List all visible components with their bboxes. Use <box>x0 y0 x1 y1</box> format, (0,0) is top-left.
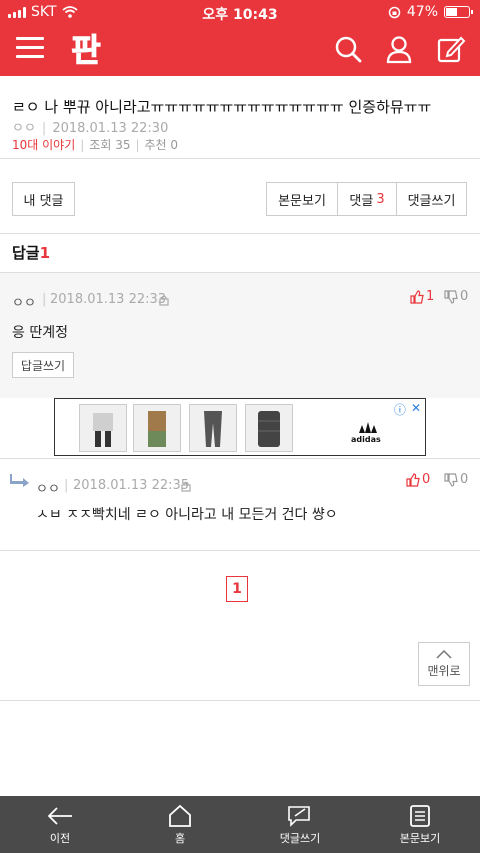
comments-count: 3 <box>376 191 385 207</box>
post-meta: ㅇㅇ | 2018.01.13 22:30 <box>12 121 169 136</box>
nav-write-comment[interactable]: 댓글쓰기 <box>240 796 360 853</box>
back-arrow-icon <box>47 807 72 825</box>
comment-upvote[interactable]: 1 <box>410 289 434 304</box>
comment-text: 응 딴계정 <box>12 325 68 341</box>
logo[interactable]: 판 <box>68 29 104 70</box>
comment-date: 2018.01.13 22:33 <box>50 292 167 307</box>
thumbs-down-icon <box>444 472 458 487</box>
ad-info-icon[interactable]: ⓘ <box>394 401 406 418</box>
nav-view-post[interactable]: 본문보기 <box>360 796 480 853</box>
post-title: ㄹㅇ 나 뿌뀨 아니라고ㅠㅠㅠㅠㅠㅠㅠㅠㅠㅠㅠㅠㅠㅠ 인증하뮤ㅠㅠ <box>12 98 432 116</box>
nav-home[interactable]: 홈 <box>120 796 240 853</box>
ad-close-icon[interactable]: ✕ <box>411 401 421 418</box>
post-stats: 10대 이야기 | 조회 35 | 추천 0 <box>12 138 179 152</box>
thumbs-up-icon <box>406 472 420 487</box>
battery-percent: 47% <box>406 4 438 20</box>
write-comment-button[interactable]: 댓글쓰기 <box>396 182 467 216</box>
comments-tab-button[interactable]: 댓글 3 <box>337 182 397 216</box>
document-icon <box>410 805 430 827</box>
reply-arrow-icon <box>10 474 29 487</box>
reply-date: 2018.01.13 22:35 <box>73 478 190 493</box>
orientation-lock-icon <box>388 6 401 18</box>
reply-upvote[interactable]: 0 <box>406 472 430 487</box>
svg-text:판: 판 <box>71 31 100 69</box>
comment-downvote[interactable]: 0 <box>444 289 468 304</box>
ad-product-image[interactable] <box>133 404 181 452</box>
ad-banner[interactable]: adidas ⓘ ✕ <box>54 398 426 456</box>
comment-author: ㅇㅇ <box>12 296 36 311</box>
user-icon[interactable] <box>384 34 414 64</box>
battery-icon <box>444 6 473 18</box>
page-1-button[interactable]: 1 <box>226 576 248 602</box>
post-category[interactable]: 10대 이야기 <box>12 138 75 152</box>
search-icon[interactable] <box>333 34 363 64</box>
home-icon <box>169 804 191 827</box>
ad-brand: adidas <box>351 435 381 444</box>
my-comments-button[interactable]: 내 댓글 <box>12 182 75 216</box>
thumbs-down-icon <box>444 289 458 304</box>
replies-heading: 답글1 <box>12 244 51 262</box>
chevron-up-icon <box>436 649 452 659</box>
view-post-button[interactable]: 본문보기 <box>266 182 338 216</box>
ad-product-image[interactable] <box>189 404 237 452</box>
reply-author: ㅇㅇ <box>36 482 60 497</box>
scroll-to-top-button[interactable]: 맨위로 <box>418 642 470 686</box>
post-recommends: 추천 0 <box>144 138 179 152</box>
post-views: 조회 35 <box>89 138 131 152</box>
reply-write-button[interactable]: 답글쓰기 <box>12 352 74 378</box>
ad-product-image[interactable] <box>245 404 293 452</box>
post-date: 2018.01.13 22:30 <box>52 121 169 136</box>
post-author: ㅇㅇ <box>12 121 36 136</box>
lock-icon[interactable] <box>158 294 170 306</box>
comment-write-icon <box>288 806 310 827</box>
reply-downvote[interactable]: 0 <box>444 472 468 487</box>
replies-count: 1 <box>39 244 51 262</box>
write-icon[interactable] <box>436 34 466 64</box>
comment-item <box>0 272 480 398</box>
menu-icon[interactable] <box>16 37 44 61</box>
app-header: 판 <box>0 24 480 76</box>
lock-icon[interactable] <box>180 480 192 492</box>
status-bar: SKT 오후 10:43 47% <box>0 0 480 24</box>
thumbs-up-icon <box>410 289 424 304</box>
nav-back[interactable]: 이전 <box>0 796 120 853</box>
bottom-nav: 이전 홈 댓글쓰기 본문보기 <box>0 796 480 853</box>
ad-product-image[interactable] <box>79 404 127 452</box>
reply-text: ㅅㅂ ㅈㅈ빡치네 ㄹㅇ 아니라고 내 모든거 건다 썅ㅇ <box>36 507 338 523</box>
